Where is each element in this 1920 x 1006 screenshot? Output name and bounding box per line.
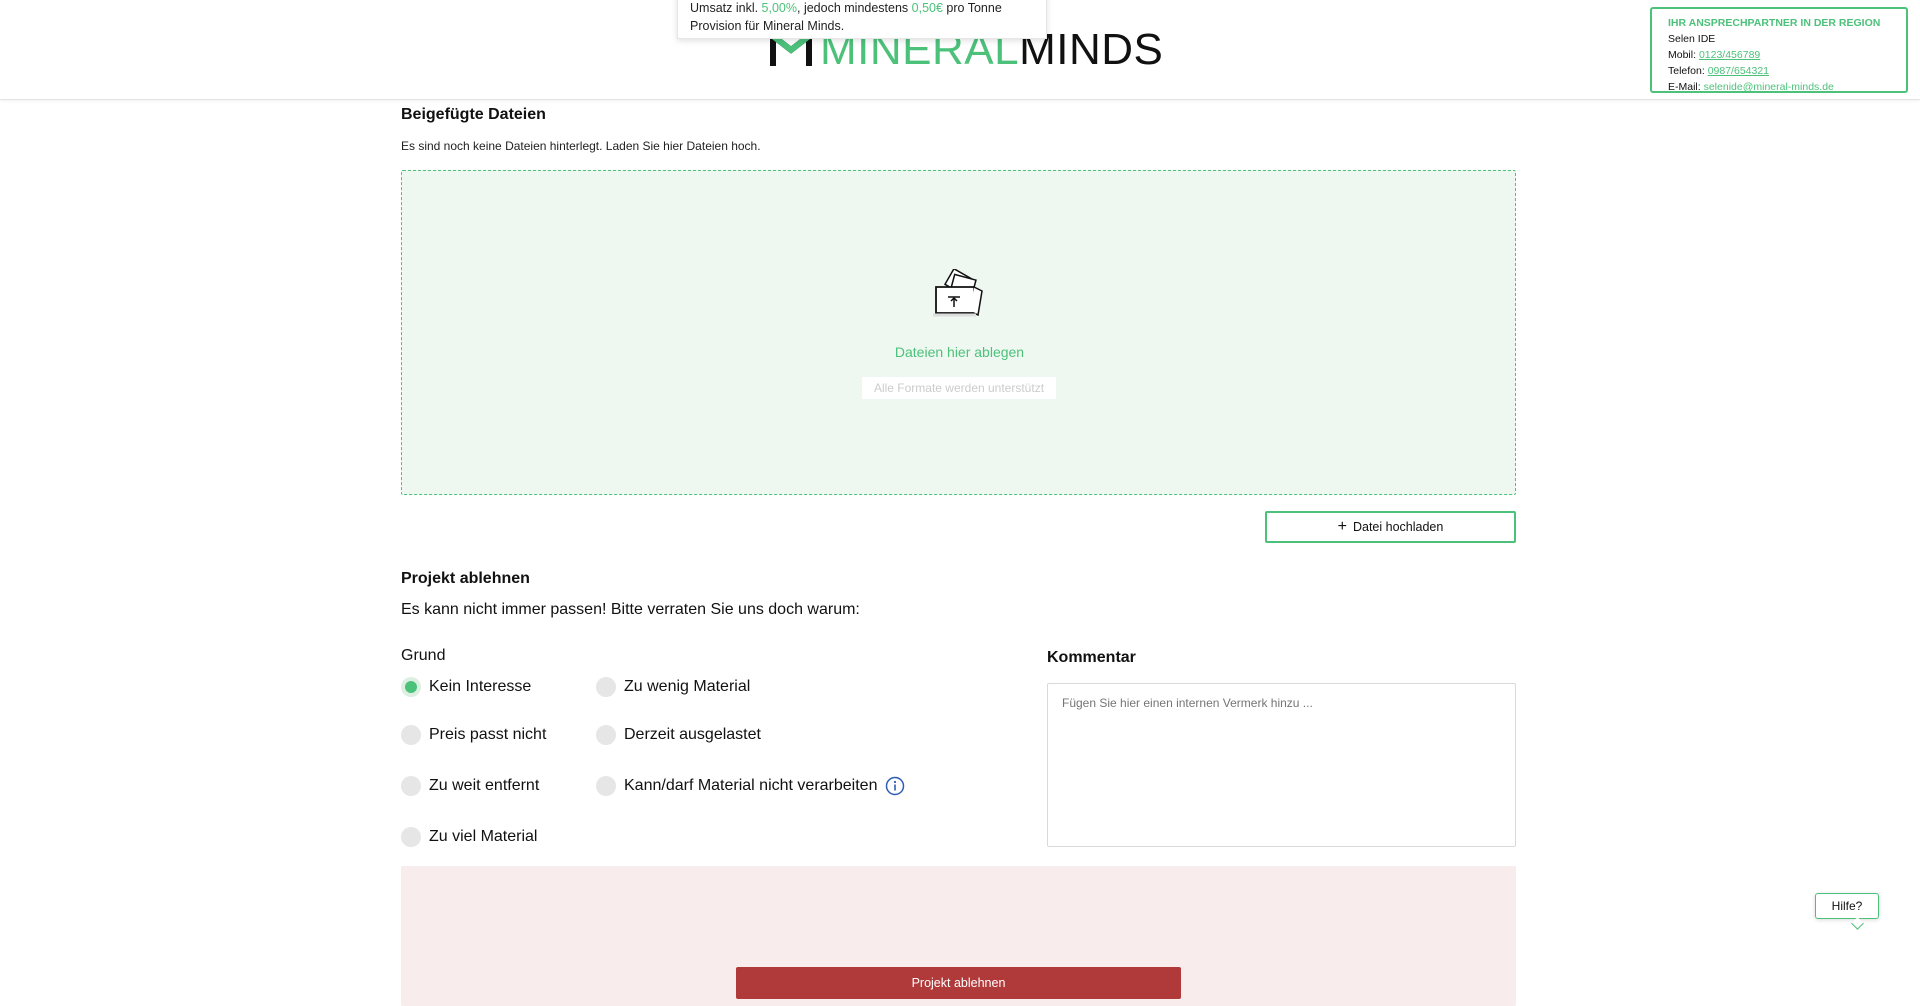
- radio-dot[interactable]: [596, 776, 616, 796]
- files-section-title: Beigefügte Dateien: [401, 106, 546, 123]
- contact-mobile-link[interactable]: 0123/456789: [1699, 49, 1760, 61]
- reason-label-kann-darf-material: Kann/darf Material nicht verarbeiten: [624, 777, 878, 794]
- reason-label-zu-viel-material: Zu viel Material: [429, 828, 538, 845]
- reason-radio-zu-wenig-material[interactable]: Zu wenig Material: [596, 677, 750, 697]
- tooltip-percent: 5,00%: [761, 1, 797, 15]
- upload-file-button[interactable]: + Datei hochladen: [1265, 511, 1516, 543]
- reason-radio-preis-passt-nicht[interactable]: Preis passt nicht: [401, 725, 546, 745]
- contact-box: IHR ANSPRECHPARTNER IN DER REGION Selen …: [1650, 7, 1908, 93]
- radio-dot[interactable]: [596, 677, 616, 697]
- radio-dot-selected[interactable]: [401, 677, 421, 697]
- contact-email-link[interactable]: selenide@mineral-minds.de: [1704, 81, 1834, 93]
- contact-phone-label: Telefon:: [1668, 65, 1708, 77]
- reason-radio-zu-viel-material[interactable]: Zu viel Material: [401, 827, 537, 847]
- contact-phone-row: Telefon: 0987/654321: [1668, 63, 1890, 79]
- tooltip-text-after: pro Tonne: [942, 1, 1002, 15]
- reason-radio-kann-darf-material-nicht-verarbeiten[interactable]: Kann/darf Material nicht verarbeiten: [596, 776, 905, 796]
- tooltip-minimum: 0,50€: [911, 1, 943, 15]
- header: MINERALMINDS Umsatz inkl. 5,00%, jedoch …: [0, 0, 1920, 100]
- commission-tooltip: Umsatz inkl. 5,00%, jedoch mindestens 0,…: [677, 0, 1047, 39]
- contact-mobile-label: Mobil:: [1668, 49, 1699, 61]
- reason-label-zu-weit-entfernt: Zu weit entfernt: [429, 777, 540, 794]
- plus-icon: +: [1337, 518, 1347, 535]
- info-icon[interactable]: [885, 776, 905, 796]
- contact-phone-link[interactable]: 0987/654321: [1708, 65, 1769, 77]
- help-button[interactable]: Hilfe?: [1815, 893, 1879, 919]
- contact-email-label: E-Mail:: [1668, 81, 1704, 93]
- tooltip-line2: Provision für Mineral Minds.: [690, 19, 845, 33]
- comment-label: Kommentar: [1047, 649, 1136, 666]
- radio-dot[interactable]: [401, 725, 421, 745]
- tooltip-line1: Umsatz inkl. 5,00%, jedoch mindestens 0,…: [690, 0, 1034, 17]
- file-dropzone[interactable]: Dateien hier ablegen Alle Formate werden…: [401, 170, 1516, 495]
- comment-textarea[interactable]: [1047, 683, 1516, 847]
- reason-label-derzeit-ausgelastet: Derzeit ausgelastet: [624, 726, 761, 743]
- reason-radio-kein-interesse[interactable]: Kein Interesse: [401, 677, 531, 697]
- reject-question: Es kann nicht immer passen! Bitte verrat…: [401, 601, 860, 618]
- dropzone-hint: Alle Formate werden unterstützt: [862, 377, 1056, 399]
- tooltip-text-middle: , jedoch mindestens: [797, 1, 912, 15]
- radio-dot[interactable]: [596, 725, 616, 745]
- reason-label-kein-interesse: Kein Interesse: [429, 678, 532, 695]
- reject-section-title: Projekt ablehnen: [401, 570, 530, 587]
- upload-folder-icon: [933, 269, 983, 317]
- contact-email-row: E-Mail: selenide@mineral-minds.de: [1668, 79, 1890, 95]
- reject-action-area: Projekt ablehnen: [401, 866, 1516, 1006]
- radio-dot[interactable]: [401, 776, 421, 796]
- contact-name: Selen IDE: [1668, 33, 1716, 45]
- reason-radio-zu-weit-entfernt[interactable]: Zu weit entfernt: [401, 776, 539, 796]
- radio-dot[interactable]: [401, 827, 421, 847]
- reason-label-preis-passt-nicht: Preis passt nicht: [429, 726, 547, 743]
- reason-label: Grund: [401, 647, 446, 664]
- dropzone-label: Dateien hier ablegen: [894, 344, 1025, 360]
- upload-file-button-label: Datei hochladen: [1352, 520, 1444, 534]
- reason-label-zu-wenig-material: Zu wenig Material: [624, 678, 751, 695]
- reject-project-button[interactable]: Projekt ablehnen: [736, 967, 1181, 999]
- files-empty-text: Es sind noch keine Dateien hinterlegt. L…: [401, 139, 761, 153]
- contact-title: IHR ANSPRECHPARTNER IN DER REGION: [1668, 17, 1881, 29]
- contact-mobile-row: Mobil: 0123/456789: [1668, 47, 1890, 63]
- reason-radio-derzeit-ausgelastet[interactable]: Derzeit ausgelastet: [596, 725, 761, 745]
- tooltip-text-before: Umsatz inkl.: [690, 1, 762, 15]
